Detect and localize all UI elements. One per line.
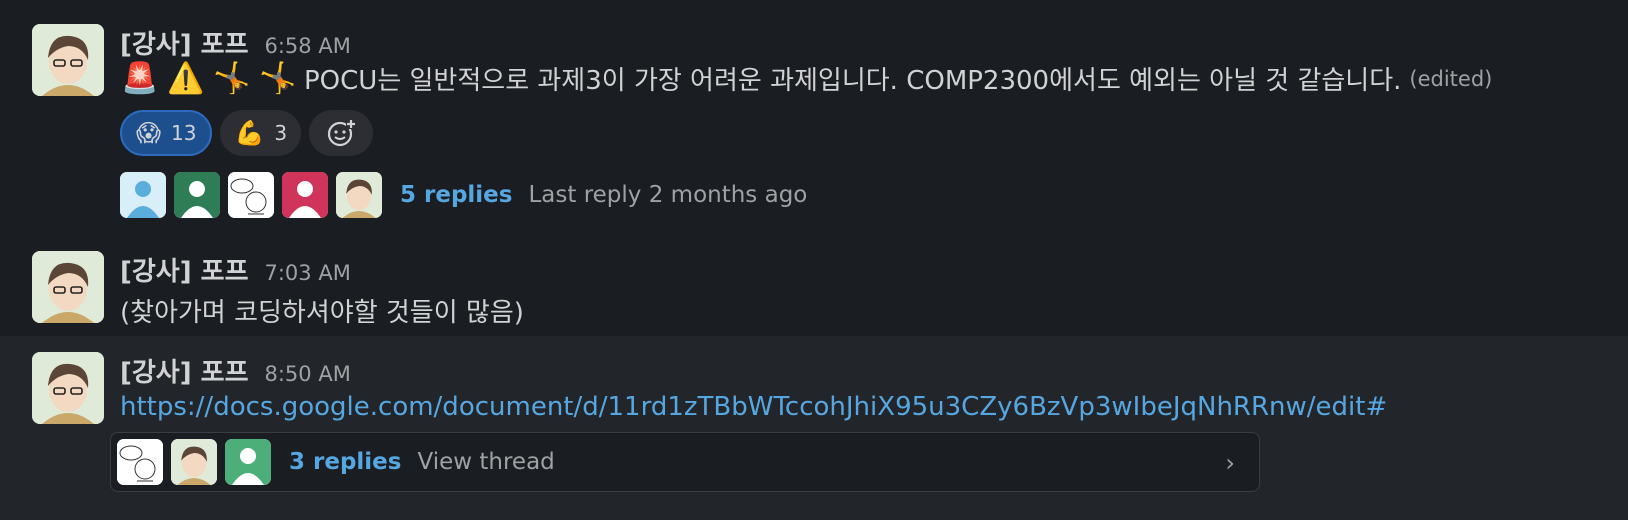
cartwheel-emoji: 🤸 xyxy=(213,61,251,96)
add-reaction-button[interactable] xyxy=(309,110,374,156)
last-reply-time: Last reply 2 months ago xyxy=(528,182,808,208)
replier-avatar xyxy=(228,172,274,218)
author-avatar[interactable] xyxy=(32,352,104,424)
message-2: [강사] 포프 7:03 AM (찾아가며 코딩하셔야할 것들이 많음) xyxy=(0,240,1628,336)
timestamp[interactable]: 8:50 AM xyxy=(265,362,351,386)
replier-avatar xyxy=(117,439,163,485)
message-body: POCU는 일반적으로 과제3이 가장 어려운 과제입니다. COMP2300에… xyxy=(304,66,1402,96)
replier-avatar xyxy=(225,439,271,485)
warning-emoji: ⚠️ xyxy=(167,61,205,96)
muscle-icon: 💪 xyxy=(234,119,265,147)
reaction-count: 13 xyxy=(171,121,197,145)
author-name[interactable]: [강사] 포프 xyxy=(120,24,249,61)
reaction-scream[interactable]: 😱 13 xyxy=(120,110,213,156)
replier-avatar xyxy=(120,172,166,218)
document-link[interactable]: https://docs.google.com/document/d/11rd1… xyxy=(120,392,1387,422)
reaction-count: 3 xyxy=(274,121,288,145)
message-1: [강사] 포프 6:58 AM 🚨 ⚠️ 🤸 🤸 POCU는 일반적으로 과제3… xyxy=(0,0,1628,240)
timestamp[interactable]: 7:03 AM xyxy=(265,261,351,285)
chevron-right-icon[interactable]: › xyxy=(1225,449,1235,477)
replier-avatar xyxy=(282,172,328,218)
author-avatar[interactable] xyxy=(32,24,104,96)
edited-label: (edited) xyxy=(1409,66,1493,91)
thread-summary[interactable]: 5 replies Last reply 2 months ago xyxy=(120,172,807,218)
scream-icon: 😱 xyxy=(136,119,162,147)
author-name[interactable]: [강사] 포프 xyxy=(120,251,249,288)
reactions-bar: 😱 13 💪 3 xyxy=(120,110,374,156)
replier-avatar xyxy=(174,172,220,218)
thread-summary-box[interactable]: 3 replies View thread › xyxy=(110,432,1260,492)
replier-avatar xyxy=(171,439,217,485)
cartwheel-emoji: 🤸 xyxy=(259,61,297,96)
author-avatar[interactable] xyxy=(32,251,104,323)
add-reaction-icon xyxy=(328,119,357,147)
replies-link[interactable]: 5 replies xyxy=(400,182,512,208)
author-name[interactable]: [강사] 포프 xyxy=(120,352,249,389)
replies-link[interactable]: 3 replies xyxy=(289,449,401,475)
message-text: 🚨 ⚠️ 🤸 🤸 POCU는 일반적으로 과제3이 가장 어려운 과제입니다. … xyxy=(120,60,1492,97)
timestamp[interactable]: 6:58 AM xyxy=(265,34,351,58)
message-3: [강사] 포프 8:50 AM https://docs.google.com/… xyxy=(0,336,1628,520)
rotating-light-emoji: 🚨 xyxy=(121,61,159,96)
view-thread-link[interactable]: View thread xyxy=(417,449,554,475)
message-body: (찾아가며 코딩하셔야할 것들이 많음) xyxy=(120,298,524,328)
reaction-muscle[interactable]: 💪 3 xyxy=(220,110,302,156)
replier-avatar xyxy=(336,172,382,218)
